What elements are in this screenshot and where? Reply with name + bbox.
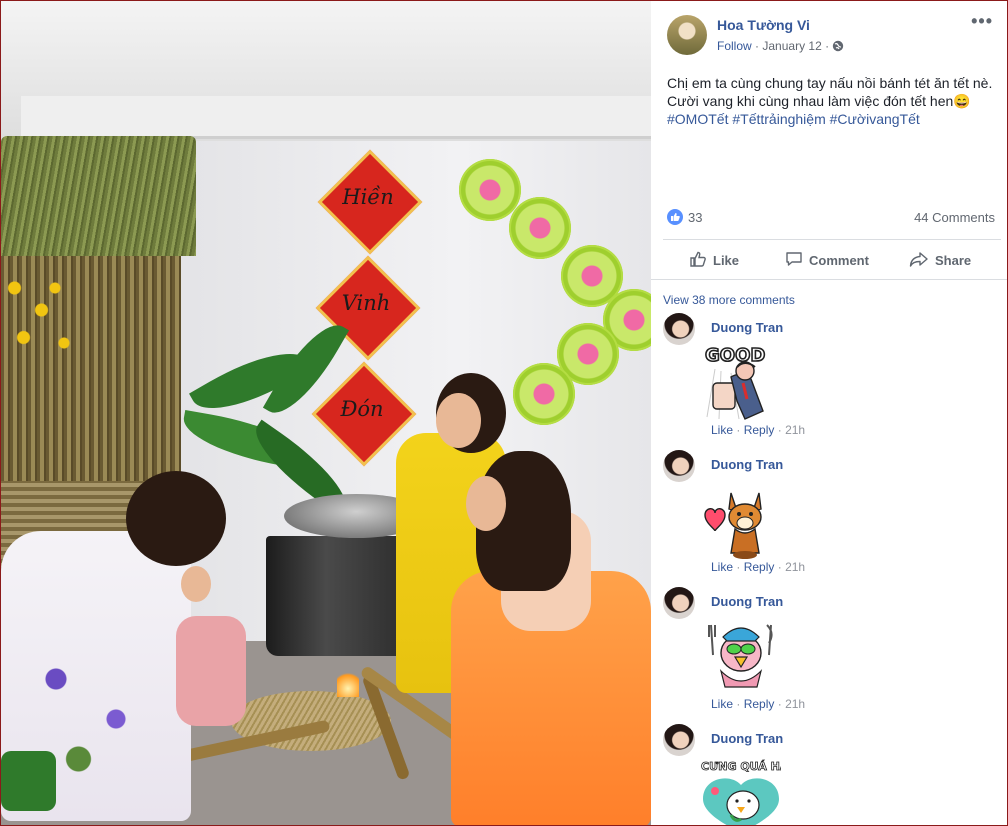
comments-count-link[interactable]: 44 Comments	[914, 210, 995, 225]
share-button[interactable]: Share	[909, 250, 971, 271]
post-meta: Follow · January 12 ·	[717, 39, 844, 55]
paper-flower	[459, 159, 521, 221]
share-icon	[909, 250, 935, 271]
fire-flame	[337, 669, 359, 697]
paper-flower	[513, 363, 575, 425]
separator: ·	[736, 560, 741, 574]
author-name[interactable]: Hoa Tường Vi	[717, 17, 810, 33]
like-reaction-icon	[667, 209, 683, 225]
comment-icon	[785, 250, 809, 271]
separator: ·	[777, 697, 782, 711]
author-avatar[interactable]	[667, 15, 707, 55]
divider	[651, 279, 1007, 280]
ceiling-beam	[21, 96, 651, 139]
banner-text: Vinh	[341, 291, 391, 315]
comment-button[interactable]: Comment	[785, 250, 869, 271]
comment-reply-link[interactable]: Reply	[744, 697, 775, 711]
sticker-cute-duck: CƯNG QUÁ HÀ	[701, 753, 789, 825]
comment-actions: Like · Reply · 21h	[711, 560, 805, 574]
follow-link[interactable]: Follow	[717, 39, 752, 53]
comment-like-link[interactable]: Like	[711, 697, 733, 711]
woman-pink-ao-dai	[166, 546, 246, 736]
sticker-good: GOOD	[701, 341, 781, 421]
woman-orange-ao-dai	[441, 451, 651, 825]
thumbs-up-icon	[689, 250, 713, 271]
comment-actions: Like · Reply · 21h	[711, 423, 805, 437]
comment-reply-link[interactable]: Reply	[744, 423, 775, 437]
comment-reply-link[interactable]: Reply	[744, 560, 775, 574]
more-options-icon[interactable]: •••	[971, 11, 993, 32]
divider	[663, 239, 1001, 240]
apricot-blossoms	[1, 266, 91, 376]
meta-separator: ·	[825, 39, 830, 53]
reaction-summary[interactable]: 33	[667, 209, 702, 225]
hashtag-link[interactable]: #Tếttrảinghiệm	[732, 111, 825, 127]
comment-time[interactable]: 21h	[785, 560, 805, 574]
hashtag-link[interactable]: #OMOTết	[667, 111, 728, 127]
commenter-name[interactable]: Duong Tran	[711, 457, 783, 472]
paper-flower	[509, 197, 571, 259]
thatched-roof	[1, 136, 196, 256]
separator: ·	[777, 560, 782, 574]
meta-separator: ·	[755, 39, 760, 53]
commenter-name[interactable]: Duong Tran	[711, 594, 783, 609]
post-text-line: Cười vang khi cùng nhau làm việc đón tết…	[667, 93, 971, 109]
comment-time[interactable]: 21h	[785, 423, 805, 437]
comment-time[interactable]: 21h	[785, 697, 805, 711]
commenter-avatar[interactable]	[663, 724, 695, 756]
like-label: Like	[713, 253, 740, 268]
post-sidebar: Hoa Tường Vi Follow · January 12 · ••• C…	[651, 1, 1007, 825]
comment-like-link[interactable]: Like	[711, 423, 733, 437]
like-button[interactable]: Like	[689, 250, 739, 271]
sticker-fox-heart	[701, 481, 781, 561]
comment-actions: Like · Reply · 21h	[711, 697, 805, 711]
commenter-name[interactable]: Duong Tran	[711, 731, 783, 746]
share-label: Share	[935, 253, 972, 268]
globe-icon	[832, 40, 844, 55]
hashtags: #OMOTết #Tếttrảinghiệm #CườivangTết	[667, 110, 1002, 128]
banner-text: Hiền	[342, 185, 394, 209]
sticker-text: CƯNG QUÁ HÀ	[701, 760, 781, 773]
commenter-avatar[interactable]	[663, 450, 695, 482]
sticker-text: GOOD	[705, 345, 765, 366]
separator: ·	[736, 423, 741, 437]
commenter-name[interactable]: Duong Tran	[711, 320, 783, 335]
view-more-comments-link[interactable]: View 38 more comments	[663, 293, 795, 307]
post-date[interactable]: January 12	[762, 39, 821, 53]
commenter-avatar[interactable]	[663, 587, 695, 619]
hashtag-link[interactable]: #CườivangTết	[830, 111, 920, 127]
post-text-line: Chị em ta cùng chung tay nấu nồi bánh té…	[667, 75, 993, 91]
commenter-avatar[interactable]	[663, 313, 695, 345]
post-text: Chị em ta cùng chung tay nấu nồi bánh té…	[667, 74, 1002, 128]
separator: ·	[777, 423, 782, 437]
window-frame: Hiền Vinh Đón Hoa Tường Vi Follow · Janu…	[0, 0, 1008, 826]
separator: ·	[736, 697, 741, 711]
sticker-hungry-bird	[701, 615, 781, 695]
post-photo[interactable]: Hiền Vinh Đón	[1, 1, 651, 825]
reaction-count: 33	[688, 209, 703, 225]
comment-like-link[interactable]: Like	[711, 560, 733, 574]
comment-label: Comment	[809, 253, 869, 268]
